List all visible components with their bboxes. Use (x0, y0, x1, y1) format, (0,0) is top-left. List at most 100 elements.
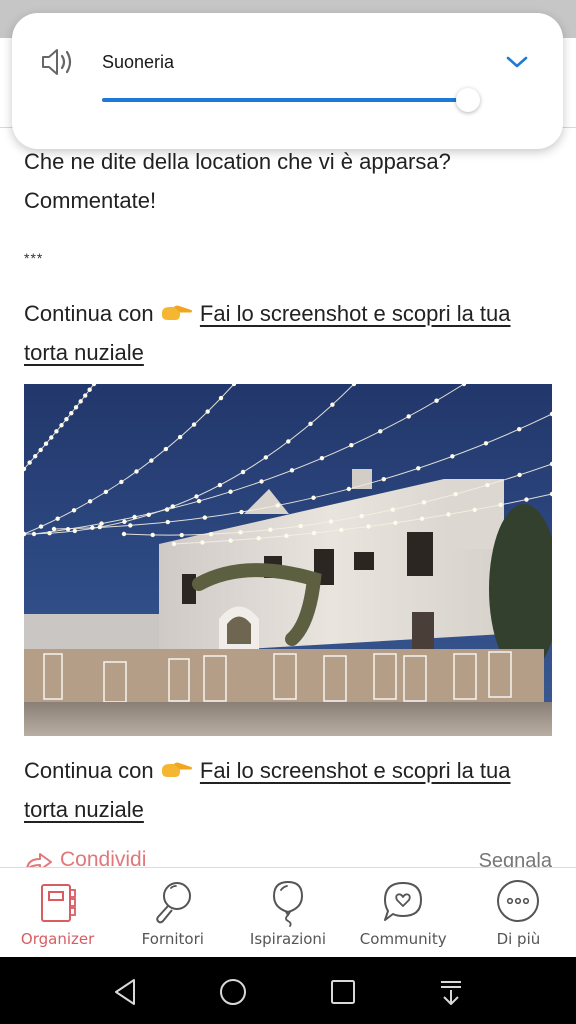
organizer-notebook-icon (40, 884, 76, 922)
string-light-bulb (238, 530, 243, 535)
pointing-hand-emoji-icon (161, 762, 192, 777)
string-light-bulb (308, 421, 313, 426)
string-light-bulb (179, 532, 184, 538)
tab-organizer[interactable]: Organizer (0, 868, 115, 957)
string-light-bulb (83, 393, 88, 398)
string-light-bulb (263, 455, 269, 460)
string-light-bulb (472, 507, 477, 512)
string-light-bulb (55, 516, 60, 521)
post-question: Che ne dite della location che vi è appa… (24, 149, 451, 213)
string-light-bulb (328, 519, 334, 524)
back-icon[interactable] (110, 977, 140, 1007)
string-light-bulb (122, 519, 127, 524)
string-light-bulb (149, 458, 154, 463)
string-light-bulb (406, 414, 411, 419)
volume-slider-thumb[interactable] (456, 88, 480, 112)
tab-label: Ispirazioni (249, 930, 327, 948)
string-light-bulb (228, 538, 233, 543)
string-light-bulb (99, 521, 104, 526)
tab-ispirazioni[interactable]: Ispirazioni (230, 868, 345, 957)
string-light-bulb (208, 531, 214, 537)
string-light-bulb (311, 495, 316, 500)
string-light-bulb (73, 405, 79, 410)
string-light-bulb (381, 476, 386, 482)
string-light-bulb (65, 527, 71, 532)
string-light-bulb (78, 399, 83, 404)
string-light-bulb (38, 447, 43, 453)
string-light-bulb (349, 443, 354, 448)
string-light-bulb (128, 523, 133, 528)
tab-label: Organizer (20, 930, 95, 948)
string-light-bulb (275, 503, 280, 508)
string-light-bulb (27, 460, 32, 465)
string-light-bulb (43, 441, 49, 446)
string-light-bulb (47, 531, 52, 536)
string-light-bulb (38, 524, 44, 529)
volume-slider[interactable] (102, 88, 480, 112)
string-light-bulb (228, 489, 233, 494)
string-light-bulb (256, 536, 261, 541)
continue-paragraph-2: Continua con Fai lo screenshot e scopri … (24, 751, 554, 829)
string-light-bulb (170, 504, 175, 509)
string-light-bulb (450, 454, 455, 459)
string-light-bulb (146, 512, 151, 518)
string-light-bulb (121, 531, 127, 537)
string-light-bulb (485, 482, 490, 488)
string-light-bulb (119, 479, 124, 485)
tab-label: Di più (496, 930, 541, 948)
string-light-bulb (453, 491, 458, 497)
string-light-bulb (434, 398, 439, 403)
post-body: Che ne dite della location che vi è appa… (24, 140, 554, 372)
string-light-bulb (164, 507, 170, 512)
string-light-bulb (284, 533, 289, 539)
more-dots-icon (497, 880, 540, 922)
string-light-bulb (311, 530, 317, 536)
string-light-bulb (390, 507, 395, 512)
string-light-bulb (498, 502, 503, 508)
volume-slider-fill (102, 98, 468, 102)
string-light-bulb (524, 497, 529, 502)
speaker-volume-icon[interactable] (40, 47, 76, 77)
tab-community[interactable]: Community (346, 868, 461, 957)
search-icon (156, 882, 191, 924)
post-image[interactable] (24, 384, 552, 736)
string-light-bulb (90, 525, 95, 530)
string-light-bulb (205, 409, 210, 414)
string-light-bulb (419, 516, 425, 521)
string-light-bulb (103, 489, 109, 495)
string-light-bulb (196, 498, 202, 504)
bottom-tab-bar: Organizer Fornitori Ispirazioni Communit… (0, 867, 576, 957)
string-light-bulb (59, 423, 64, 428)
string-light-bulb (54, 429, 59, 434)
string-light-bulb (289, 468, 295, 473)
string-light-bulb (259, 479, 264, 484)
string-light-bulb (194, 494, 199, 499)
tab-label: Community (359, 930, 447, 948)
string-light-bulb (393, 520, 398, 525)
string-light-bulb (51, 526, 57, 532)
string-light-bulb (218, 395, 224, 401)
chevron-down-icon[interactable] (504, 53, 530, 71)
string-light-bulb (177, 434, 183, 440)
pointing-hand-emoji-icon (161, 305, 192, 320)
string-light-bulb (421, 500, 427, 505)
string-light-bulb (517, 472, 522, 478)
tab-fornitori[interactable]: Fornitori (115, 868, 230, 957)
string-light-bulb (191, 422, 197, 427)
continue-paragraph: Continua con Fai lo screenshot e scopri … (24, 294, 554, 372)
string-light-bulb (163, 446, 169, 452)
string-light-bulb (49, 435, 54, 440)
wedding-venue-photo (24, 384, 552, 736)
volume-stream-label: Suoneria (102, 52, 175, 72)
string-light-bulb (240, 469, 246, 475)
string-light-bulb (134, 469, 139, 474)
string-light-bulb (286, 439, 291, 444)
tab-di-piu[interactable]: Di più (461, 868, 576, 957)
home-icon[interactable] (218, 977, 248, 1007)
string-light-bulb (87, 387, 92, 392)
string-light-bulb (483, 441, 489, 446)
recents-icon[interactable] (328, 977, 358, 1007)
string-light-bulb (150, 532, 155, 538)
string-light-bulb (202, 515, 208, 520)
notification-pulldown-icon[interactable] (436, 977, 466, 1007)
